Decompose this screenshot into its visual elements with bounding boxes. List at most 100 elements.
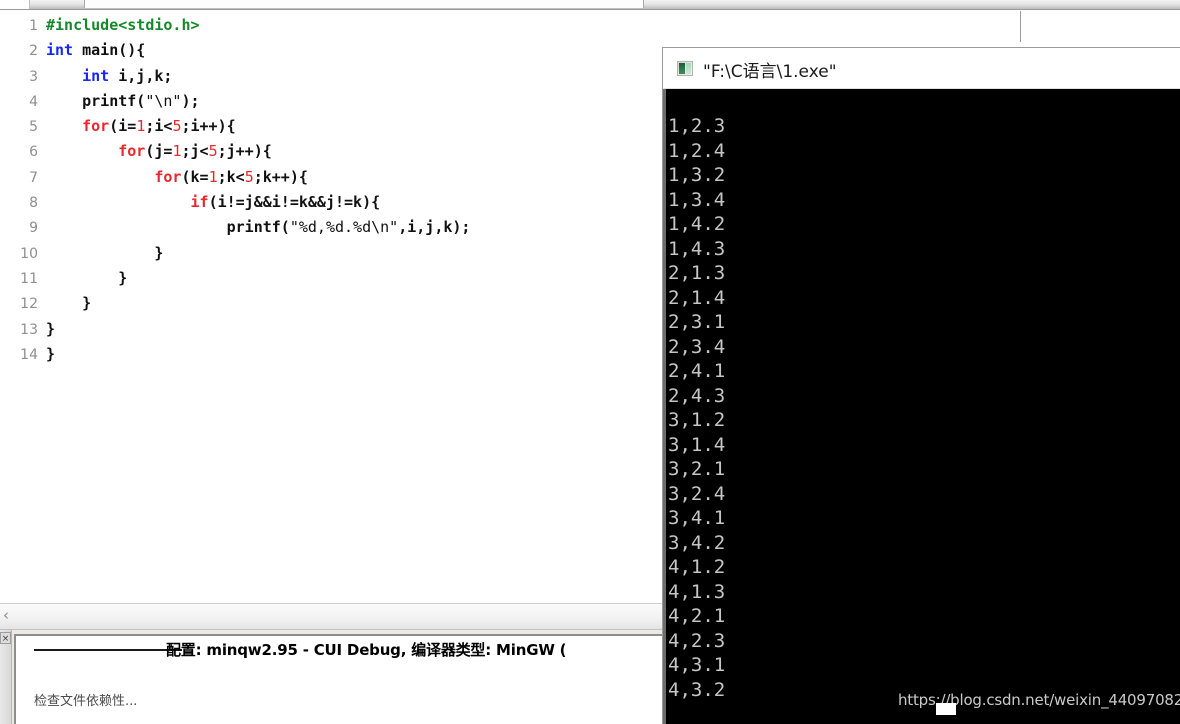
console-line: 4,1.2 [668,556,726,578]
console-line: 1,3.4 [668,188,726,211]
code-token: printf( [82,91,146,110]
code-token: } [118,268,128,287]
code-token: "%d,%d.%d\n" [289,218,399,237]
line-number: 12 [20,296,38,313]
code-token: (k= [181,167,209,186]
code-token: main(){ [73,41,146,60]
console-window[interactable]: "F:\C语言\1.exe" 1,2.3 1,2.4 1,3.2 1,3.4 1,4.2… [662,47,1180,724]
console-output-area[interactable]: 1,2.3 1,2.4 1,3.2 1,3.4 1,4.2 1,4.3 2,1.3 2,1.4… [663,89,1180,724]
console-line: 3,2.1 [668,458,726,480]
console-line: 3,1.4 [668,433,726,456]
console-line: 1,2.3 [668,115,726,137]
console-line: 2,4.1 [668,360,726,382]
code-token: for [82,117,110,136]
log-tab-strip[interactable]: × [0,630,12,724]
console-app-icon [677,61,693,76]
line-number: 3 [29,68,38,85]
right-side-panel [1020,11,1180,42]
line-number: 9 [29,220,38,237]
close-icon[interactable]: × [0,632,11,644]
line-number: 4 [29,93,38,110]
line-number: 10 [20,245,38,262]
code-token: (i!=j&&i!=k&&j!=k){ [208,193,381,212]
code-token: ;j++){ [217,142,272,161]
code-token: 1 [208,167,218,186]
console-line: 4,1.3 [668,580,726,603]
console-line: 3,4.1 [668,507,726,529]
chevron-left-icon[interactable]: ‹ [3,606,9,624]
line-number: 7 [29,169,38,186]
code-token: } [46,344,56,363]
line-number: 1 [29,18,38,34]
code-token: ;k< [217,167,245,186]
code-token: if [190,193,209,212]
line-number: 13 [20,321,38,338]
console-line: 2,4.3 [668,384,726,407]
code-token: ;i++){ [181,117,236,136]
console-output-text: 1,2.3 1,2.4 1,3.2 1,3.4 1,4.2 1,4.3 2,1.3 2,1.4… [668,114,725,702]
code-token: printf( [226,218,290,237]
console-line: 3,4.2 [668,531,726,554]
code-token: int [82,66,110,85]
code-token: (j= [145,142,173,161]
screen: 1 #include<stdio.h> 2 int main(){3 int i,j,… [0,0,1180,724]
console-line: 2,1.3 [668,262,726,284]
code-token: int [46,41,74,60]
code-token: } [46,319,56,338]
console-titlebar[interactable]: "F:\C语言\1.exe" [663,48,1180,89]
editor-tab-strip[interactable] [84,0,644,8]
code-token: for [118,142,146,161]
line-number: 14 [20,346,38,363]
code-token: 1 [136,117,146,136]
line-number: 6 [29,144,38,161]
code-token: ;i< [145,117,173,136]
console-line: 3,1.2 [668,409,726,431]
toolbar-strip [0,0,1180,10]
console-line: 3,2.4 [668,482,726,505]
code-token: ;k++){ [253,167,308,186]
console-line: 2,3.1 [668,311,726,333]
console-line: 4,2.1 [668,605,726,627]
console-line: 1,3.2 [668,164,726,186]
code-token: ,i,j,k); [398,218,471,237]
line-number: 8 [29,195,38,212]
code-token: } [154,243,164,262]
line-number: 11 [20,270,38,287]
code-token: (i= [109,117,137,136]
code-token: "\n" [145,91,182,110]
toolbar-left-slot [0,0,30,9]
line-number: 5 [29,119,38,136]
console-line: 4,3.1 [668,654,726,676]
code-token: } [82,294,92,313]
console-line: 1,4.2 [668,213,726,235]
console-line: 1,2.4 [668,139,726,162]
console-line: 2,1.4 [668,286,726,309]
code-token: ); [181,91,200,110]
code-token: 5 [208,142,218,161]
console-title: "F:\C语言\1.exe" [703,62,837,82]
watermark-highlight-block [936,703,956,715]
code-token: 5 [244,167,254,186]
log-message: 检查文件依赖性... [34,694,138,709]
console-line: 1,4.3 [668,237,726,260]
code-token: for [154,167,182,186]
code-token: #include<stdio.h> [46,16,200,34]
console-line: 4,3.2 [668,678,726,701]
console-line: 4,2.3 [668,629,726,652]
console-line: 2,3.4 [668,335,726,358]
log-config-line: 配置: minqw2.95 - CUI Debug, 编译器类型: MinGW … [166,641,567,659]
code-line: 1 #include<stdio.h> [0,13,1019,38]
code-token: ;j< [181,142,209,161]
log-divider-rule [34,649,182,651]
console-left-border [663,89,666,724]
